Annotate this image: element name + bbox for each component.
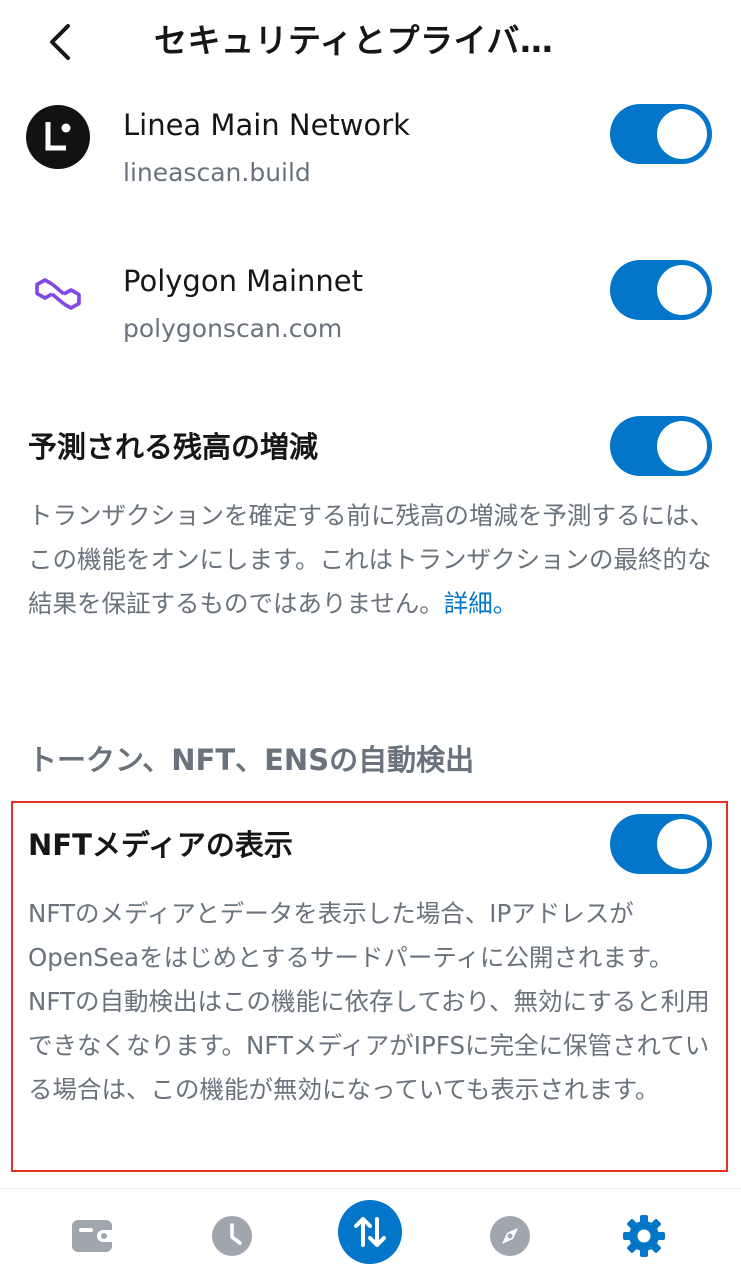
swap-bridge-icon bbox=[338, 1200, 402, 1264]
activity-clock-icon bbox=[212, 1216, 252, 1256]
page-title: セキュリティとプライバ… bbox=[154, 21, 554, 60]
toggle-knob bbox=[657, 109, 707, 159]
section-heading-autodetect: トークン、NFT、ENSの自動検出 bbox=[28, 743, 475, 777]
tab-activity[interactable] bbox=[199, 1203, 265, 1269]
network-name: Linea Main Network bbox=[123, 108, 410, 142]
tab-swap[interactable] bbox=[337, 1199, 403, 1265]
tab-settings[interactable] bbox=[611, 1203, 677, 1269]
polygon-logo-icon bbox=[26, 262, 90, 326]
nft-media-title: NFTメディアの表示 bbox=[28, 828, 293, 862]
network-explorer-url: polygonscan.com bbox=[123, 314, 343, 343]
toggle-knob bbox=[657, 421, 707, 471]
network-row-polygon: Polygon Mainnet polygonscan.com bbox=[0, 240, 741, 360]
explore-compass-icon bbox=[490, 1216, 530, 1256]
polygon-toggle[interactable] bbox=[610, 260, 712, 320]
network-row-linea: Linea Main Network lineascan.build bbox=[0, 84, 741, 204]
nft-media-description: NFTのメディアとデータを表示した場合、IPアドレスがOpenSeaをはじめとす… bbox=[28, 899, 710, 1104]
tab-wallet[interactable] bbox=[61, 1203, 127, 1269]
balance-changes-description: トランザクションを確定する前に残高の増減を予測するには、この機能をオンにします。… bbox=[28, 494, 714, 626]
nft-media-toggle[interactable] bbox=[610, 814, 712, 874]
balance-changes-toggle[interactable] bbox=[610, 416, 712, 476]
wallet-icon bbox=[72, 1220, 117, 1252]
tab-explore[interactable] bbox=[477, 1203, 543, 1269]
toggle-knob bbox=[657, 819, 707, 869]
network-name: Polygon Mainnet bbox=[123, 264, 363, 298]
bottom-tab-bar bbox=[0, 1188, 741, 1286]
network-explorer-url: lineascan.build bbox=[123, 158, 311, 187]
settings-gear-icon bbox=[623, 1215, 665, 1257]
toggle-knob bbox=[657, 265, 707, 315]
back-button[interactable] bbox=[36, 18, 84, 66]
learn-more-link[interactable]: 詳細。 bbox=[444, 589, 518, 618]
description-text: トランザクションを確定する前に残高の増減を予測するには、この機能をオンにします。… bbox=[28, 501, 714, 618]
balance-changes-title: 予測される残高の増減 bbox=[28, 430, 319, 464]
linea-logo-icon bbox=[26, 105, 90, 169]
header: セキュリティとプライバ… bbox=[0, 0, 741, 84]
linea-toggle[interactable] bbox=[610, 104, 712, 164]
chevron-left-icon bbox=[50, 24, 70, 60]
